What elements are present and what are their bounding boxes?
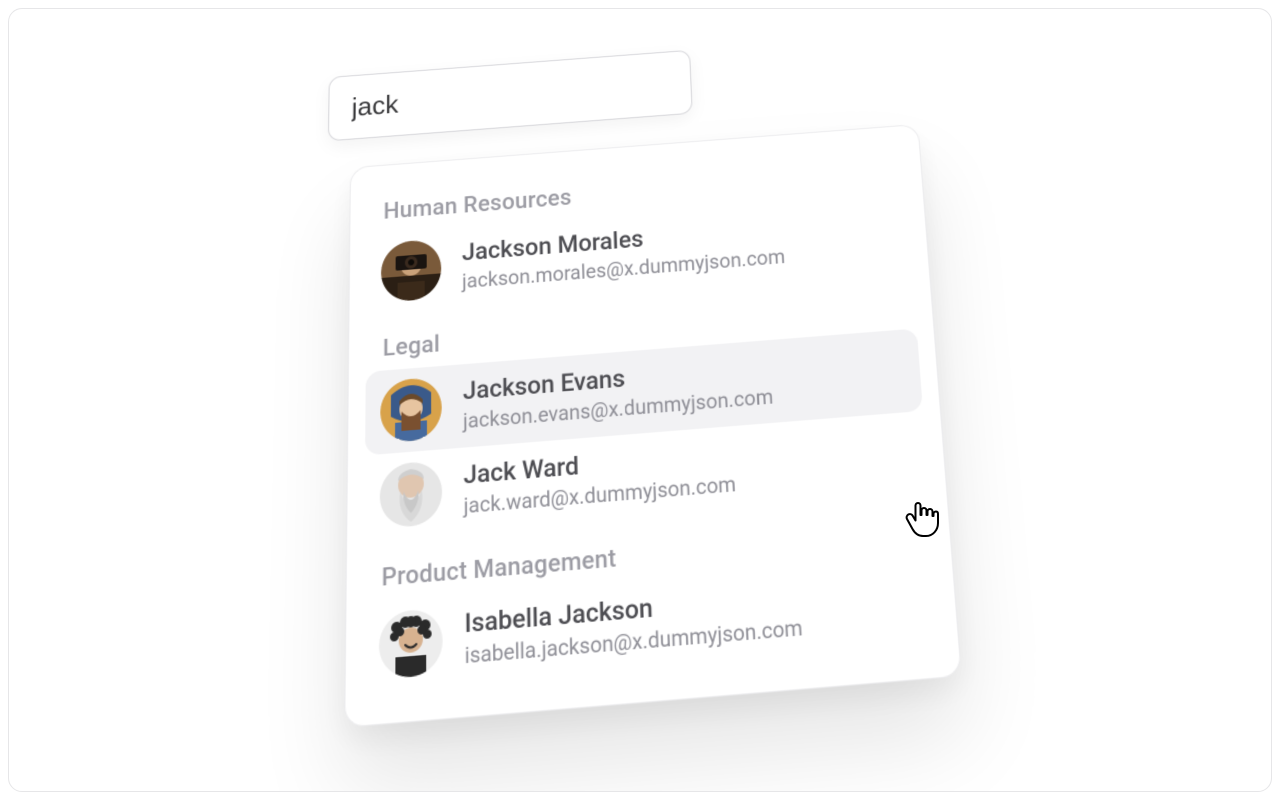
item-texts: Jackson Evans jackson.evans@x.dummyjson.…: [463, 353, 774, 434]
group: Legal: [364, 286, 929, 541]
avatar: [380, 377, 442, 444]
group: Human Resources: [366, 152, 912, 315]
item-texts: Isabella Jackson isabella.jackson@x.dumm…: [464, 581, 803, 670]
avatar: [380, 460, 443, 529]
item-texts: Jackson Morales jackson.morales@x.dummyj…: [462, 215, 786, 294]
item-texts: Jack Ward jack.ward@x.dummyjson.com: [463, 439, 736, 519]
avatar: [379, 608, 443, 680]
avatar: [381, 239, 441, 303]
autocomplete-dropdown: Human Resources: [344, 124, 962, 728]
group: Product Management: [363, 511, 941, 693]
demo-card: Human Resources: [8, 8, 1272, 792]
search-input[interactable]: [328, 50, 693, 142]
